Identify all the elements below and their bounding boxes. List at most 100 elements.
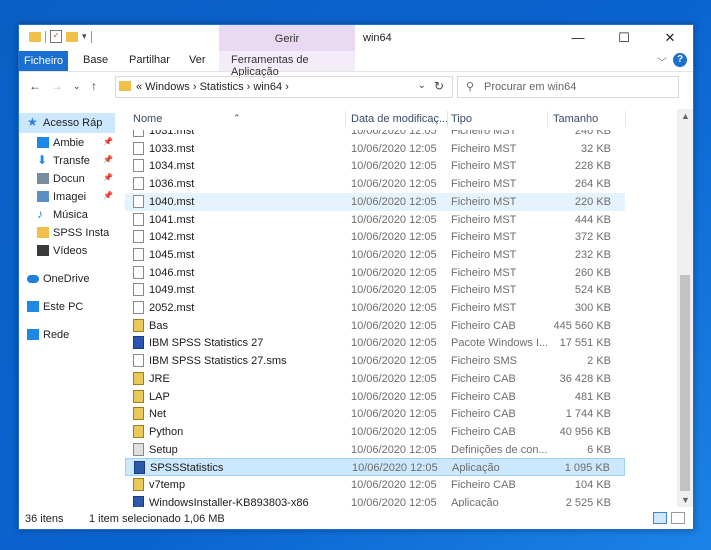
file-row[interactable]: 1049.mst 10/06/2020 12:05 Ficheiro MST 524 … xyxy=(125,281,625,299)
file-name: 1042.mst xyxy=(149,231,195,244)
file-row[interactable]: 1034.mst 10/06/2020 12:05 Ficheiro MST 228 … xyxy=(125,157,625,175)
nav-item-label: SPSS Insta xyxy=(53,227,110,239)
column-date[interactable]: Data de modificaç... xyxy=(351,113,448,125)
nav-item[interactable]: ⬇ Transfe 📌 xyxy=(19,151,115,171)
file-row[interactable]: 1033.mst 10/06/2020 12:05 Ficheiro MST 32 K… xyxy=(125,140,625,158)
file-date: 10/06/2020 12:05 xyxy=(351,284,437,297)
nav-item[interactable]: ★ Acesso Ráp xyxy=(19,113,115,133)
maximize-button[interactable]: ☐ xyxy=(601,25,647,51)
file-date: 10/06/2020 12:05 xyxy=(351,372,437,385)
up-arrow-icon[interactable]: ↑ xyxy=(91,79,97,93)
new-folder-icon[interactable] xyxy=(66,31,78,42)
file-date: 10/06/2020 12:05 xyxy=(351,337,437,350)
file-row[interactable]: SPSSStatistics 10/06/2020 12:05 Aplicação 1… xyxy=(125,458,625,477)
file-row[interactable]: LAP 10/06/2020 12:05 Ficheiro CAB 481 KB xyxy=(125,388,625,406)
scroll-up-icon[interactable]: ▲ xyxy=(681,111,690,121)
file-size: 2 525 KB xyxy=(565,496,611,507)
large-icons-view-icon[interactable] xyxy=(671,512,685,524)
file-date: 10/06/2020 12:05 xyxy=(351,178,437,191)
folder-icon[interactable] xyxy=(29,31,41,42)
file-date: 10/06/2020 12:05 xyxy=(351,355,437,368)
file-row[interactable]: Net 10/06/2020 12:05 Ficheiro CAB 1 744 KB xyxy=(125,405,625,423)
column-type[interactable]: Tipo xyxy=(451,113,472,125)
file-date: 10/06/2020 12:05 xyxy=(351,319,437,332)
file-name: Net xyxy=(149,408,167,421)
file-row[interactable]: IBM SPSS Statistics 27 10/06/2020 12:05 Pa… xyxy=(125,334,625,352)
file-row[interactable]: Python 10/06/2020 12:05 Ficheiro CAB 40 956… xyxy=(125,423,625,441)
file-row[interactable]: 2052.mst 10/06/2020 12:05 Ficheiro MST 300 … xyxy=(125,299,625,317)
file-row[interactable]: JRE 10/06/2020 12:05 Ficheiro CAB 36 428 KB xyxy=(125,370,625,388)
chevron-down-icon[interactable]: ⌄ xyxy=(418,80,426,91)
file-row[interactable]: Setup 10/06/2020 12:05 Definições de con..… xyxy=(125,441,625,459)
scroll-down-icon[interactable]: ▼ xyxy=(681,495,690,505)
file-row[interactable]: 1040.mst 10/06/2020 12:05 Ficheiro MST 220 … xyxy=(125,192,625,211)
file-size: 232 KB xyxy=(574,248,611,261)
nav-item[interactable]: Ambie 📌 xyxy=(19,133,115,153)
tab-ficheiro[interactable]: Ficheiro xyxy=(19,51,69,71)
column-size[interactable]: Tamanho xyxy=(553,113,598,125)
nav-item[interactable]: Imagei 📌 xyxy=(19,187,115,207)
recent-locations-icon[interactable]: ⌄ xyxy=(73,81,81,92)
file-row[interactable]: WindowsInstaller-KB893803-x86 10/06/2020 … xyxy=(125,494,625,507)
scroll-thumb[interactable] xyxy=(680,275,690,491)
search-box[interactable]: ⚲ Procurar em win64 xyxy=(457,76,679,98)
status-bar: 36 itens 1 item selecionado 1,06 MB xyxy=(19,509,693,529)
vertical-scrollbar[interactable]: ▲ ▼ xyxy=(677,109,693,507)
nav-item[interactable]: SPSS Insta xyxy=(19,223,115,243)
column-name[interactable]: Nome xyxy=(133,113,162,125)
pin-icon: 📌 xyxy=(103,191,113,200)
pc-icon xyxy=(27,301,39,312)
file-size: 524 KB xyxy=(574,284,611,297)
file-type: Ficheiro MST xyxy=(451,142,517,155)
close-button[interactable]: ✕ xyxy=(647,25,693,51)
file-doc-icon xyxy=(133,141,144,155)
file-name: Python xyxy=(149,425,184,438)
help-icon[interactable]: ? xyxy=(673,53,687,67)
tab-base[interactable]: Base xyxy=(83,54,108,66)
search-placeholder: Procurar em win64 xyxy=(484,81,577,93)
nav-item[interactable]: Vídeos xyxy=(19,241,115,261)
file-size: 1 095 KB xyxy=(564,462,610,475)
file-type: Definições de con... xyxy=(451,443,547,456)
file-row[interactable]: IBM SPSS Statistics 27.sms 10/06/2020 12:… xyxy=(125,352,625,370)
file-row[interactable]: 1041.mst 10/06/2020 12:05 Ficheiro MST 444 … xyxy=(125,211,625,229)
nav-item-label: Vídeos xyxy=(53,245,88,257)
file-type: Aplicação xyxy=(452,462,500,475)
nav-item-label: Rede xyxy=(43,329,70,341)
tab-partilhar[interactable]: Partilhar xyxy=(129,54,170,66)
forward-arrow-icon[interactable]: → xyxy=(51,79,63,93)
nav-item[interactable]: Rede xyxy=(19,325,115,345)
address-bar[interactable]: « Windows › Statistics › win64 › ⌄ ↻ xyxy=(115,76,453,98)
chevron-down-icon[interactable]: ﹀ xyxy=(657,54,667,69)
nav-item[interactable]: ♪ Música xyxy=(19,205,115,225)
file-doc-icon xyxy=(133,265,144,279)
file-name: 1045.mst xyxy=(149,248,195,261)
file-size: 264 KB xyxy=(574,178,611,191)
nav-item-label: Transfe xyxy=(53,155,90,167)
file-type: Ficheiro CAB xyxy=(451,479,516,491)
file-name: Setup xyxy=(149,443,178,456)
file-cab-icon xyxy=(133,478,144,491)
breadcrumb[interactable]: « Windows › Statistics › win64 › xyxy=(136,81,289,93)
nav-item[interactable]: OneDrive xyxy=(19,269,115,289)
customize-qat-icon[interactable]: ▾ xyxy=(82,31,87,42)
file-row[interactable]: 1046.mst 10/06/2020 12:05 Ficheiro MST 260 … xyxy=(125,264,625,282)
tab-ver[interactable]: Ver xyxy=(189,54,206,66)
file-cab-icon xyxy=(133,318,144,332)
back-arrow-icon[interactable]: ← xyxy=(29,79,41,93)
nav-item[interactable]: Docun 📌 xyxy=(19,169,115,189)
properties-icon[interactable]: ✓ xyxy=(50,30,62,43)
file-row[interactable]: Bas 10/06/2020 12:05 Ficheiro CAB 445 560 K… xyxy=(125,317,625,335)
download-icon: ⬇ xyxy=(37,153,48,167)
nav-item[interactable]: Este PC xyxy=(19,297,115,317)
refresh-icon[interactable]: ↻ xyxy=(434,79,444,93)
file-type: Ficheiro SMS xyxy=(451,355,518,368)
file-row[interactable]: v7temp 10/06/2020 12:05 Ficheiro CAB 104 KB xyxy=(125,476,625,494)
minimize-button[interactable]: — xyxy=(555,25,601,51)
file-row[interactable]: 1045.mst 10/06/2020 12:05 Ficheiro MST 232 … xyxy=(125,246,625,264)
details-view-icon[interactable] xyxy=(653,512,667,524)
file-row[interactable]: 1036.mst 10/06/2020 12:05 Ficheiro MST 264 … xyxy=(125,175,625,193)
documents-icon xyxy=(37,173,49,184)
file-row[interactable]: 1042.mst 10/06/2020 12:05 Ficheiro MST 372 … xyxy=(125,228,625,246)
item-count: 36 itens xyxy=(25,513,64,525)
